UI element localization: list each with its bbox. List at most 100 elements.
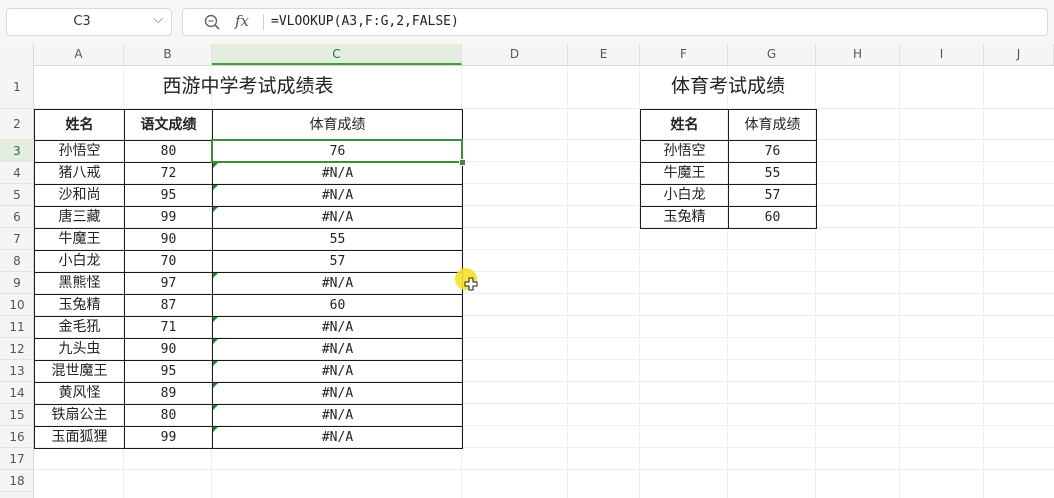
row-header-16[interactable]: 16 — [0, 426, 34, 448]
left-table-cell[interactable]: 55 — [212, 228, 463, 251]
left-table-cell[interactable]: #N/A — [212, 184, 463, 207]
column-header-b[interactable]: B — [124, 44, 212, 65]
left-table-cell[interactable]: 99 — [124, 206, 213, 229]
error-indicator-icon[interactable] — [213, 339, 218, 344]
column-header-f[interactable]: F — [640, 44, 728, 65]
left-header-cell[interactable]: 姓名 — [34, 109, 125, 141]
left-table-cell[interactable]: 70 — [124, 250, 213, 273]
row-header-13[interactable]: 13 — [0, 360, 34, 382]
column-header-c[interactable]: C — [212, 44, 462, 65]
left-table-cell[interactable]: #N/A — [212, 338, 463, 361]
left-table-cell[interactable]: 唐三藏 — [34, 206, 125, 229]
left-table-cell[interactable]: 小白龙 — [34, 250, 125, 273]
row-header-12[interactable]: 12 — [0, 338, 34, 360]
left-table-cell[interactable]: 混世魔王 — [34, 360, 125, 383]
column-header-i[interactable]: I — [900, 44, 984, 65]
left-table-cell[interactable]: #N/A — [212, 360, 463, 383]
row-header-14[interactable]: 14 — [0, 382, 34, 404]
left-table-cell[interactable]: 71 — [124, 316, 213, 339]
left-table-title[interactable]: 西游中学考试成绩表 — [34, 65, 462, 109]
right-header-cell[interactable]: 姓名 — [640, 109, 729, 141]
left-table-cell[interactable]: 90 — [124, 338, 213, 361]
row-header-6[interactable]: 6 — [0, 206, 34, 228]
name-box[interactable]: C3 ⌵ — [6, 8, 172, 36]
left-table-cell[interactable]: #N/A — [212, 272, 463, 295]
left-table-cell[interactable]: 沙和尚 — [34, 184, 125, 207]
right-table-cell[interactable]: 小白龙 — [640, 184, 729, 207]
right-table-cell[interactable]: 76 — [728, 140, 817, 163]
left-table-cell[interactable]: #N/A — [212, 382, 463, 405]
spreadsheet-grid[interactable]: 西游中学考试成绩表 体育考试成绩 姓名 语文成绩 体育成绩 孙悟空 80 76 猪八戒 72 #N/… — [34, 65, 1054, 498]
left-table-cell[interactable]: 牛魔王 — [34, 228, 125, 251]
left-table-cell[interactable]: 黑熊怪 — [34, 272, 125, 295]
left-table-cell[interactable]: 72 — [124, 162, 213, 185]
left-table-cell[interactable]: 金毛犼 — [34, 316, 125, 339]
column-header-d[interactable]: D — [462, 44, 568, 65]
row-header-15[interactable]: 15 — [0, 404, 34, 426]
left-table-cell[interactable]: #N/A — [212, 316, 463, 339]
chevron-down-icon[interactable]: ⌵ — [153, 12, 163, 27]
error-indicator-icon[interactable] — [213, 207, 218, 212]
left-table-cell[interactable]: 铁扇公主 — [34, 404, 125, 427]
row-header-11[interactable]: 11 — [0, 316, 34, 338]
error-indicator-icon[interactable] — [213, 185, 218, 190]
formula-text[interactable]: =VLOOKUP(A3,F:G,2,FALSE) — [271, 14, 459, 29]
column-header-j[interactable]: J — [984, 44, 1054, 65]
left-table-cell[interactable]: 89 — [124, 382, 213, 405]
left-table-cell[interactable]: #N/A — [212, 206, 463, 229]
right-table-cell[interactable]: 牛魔王 — [640, 162, 729, 185]
left-table-cell[interactable]: 60 — [212, 294, 463, 317]
left-table-cell[interactable]: 90 — [124, 228, 213, 251]
left-table-cell[interactable]: #N/A — [212, 404, 463, 427]
error-indicator-icon[interactable] — [213, 383, 218, 388]
left-table-cell[interactable]: 57 — [212, 250, 463, 273]
row-header-17[interactable]: 17 — [0, 448, 34, 470]
left-header-cell[interactable]: 体育成绩 — [212, 109, 463, 141]
right-table-cell[interactable]: 57 — [728, 184, 817, 207]
right-header-cell[interactable]: 体育成绩 — [728, 109, 817, 141]
row-header-8[interactable]: 8 — [0, 250, 34, 272]
left-table-cell[interactable]: 孙悟空 — [34, 140, 125, 163]
row-header-4[interactable]: 4 — [0, 162, 34, 184]
error-indicator-icon[interactable] — [213, 361, 218, 366]
left-table-cell[interactable]: 猪八戒 — [34, 162, 125, 185]
zoom-icon[interactable] — [203, 13, 221, 31]
error-indicator-icon[interactable] — [213, 405, 218, 410]
error-indicator-icon[interactable] — [213, 163, 218, 168]
right-table-cell[interactable]: 玉兔精 — [640, 206, 729, 229]
right-table-cell[interactable]: 60 — [728, 206, 817, 229]
function-icon[interactable]: fx — [235, 12, 249, 30]
column-header-e[interactable]: E — [568, 44, 640, 65]
left-table-cell[interactable]: 97 — [124, 272, 213, 295]
left-table-cell[interactable]: 九头虫 — [34, 338, 125, 361]
left-table-cell[interactable]: #N/A — [212, 162, 463, 185]
error-indicator-icon[interactable] — [213, 427, 218, 432]
row-header-7[interactable]: 7 — [0, 228, 34, 250]
column-header-a[interactable]: A — [34, 44, 124, 65]
left-table-cell[interactable]: 95 — [124, 184, 213, 207]
column-header-h[interactable]: H — [816, 44, 900, 65]
select-all-corner[interactable] — [0, 44, 34, 65]
left-table-cell[interactable]: 玉兔精 — [34, 294, 125, 317]
row-header-2[interactable]: 2 — [0, 109, 34, 140]
right-table-title[interactable]: 体育考试成绩 — [640, 65, 816, 109]
left-table-cell[interactable]: 80 — [124, 140, 213, 163]
right-table-cell[interactable]: 55 — [728, 162, 817, 185]
left-table-cell[interactable]: 80 — [124, 404, 213, 427]
formula-input-area[interactable]: fx =VLOOKUP(A3,F:G,2,FALSE) — [182, 8, 1048, 36]
left-header-cell[interactable]: 语文成绩 — [124, 109, 213, 141]
row-header-1[interactable]: 1 — [0, 65, 34, 109]
row-header-3[interactable]: 3 — [0, 140, 34, 162]
left-table-cell[interactable]: 黄风怪 — [34, 382, 125, 405]
error-indicator-icon[interactable] — [213, 273, 218, 278]
row-header-18[interactable]: 18 — [0, 470, 34, 492]
left-table-cell[interactable]: 99 — [124, 426, 213, 449]
left-table-cell[interactable]: 95 — [124, 360, 213, 383]
left-table-cell[interactable]: 玉面狐狸 — [34, 426, 125, 449]
right-table-cell[interactable]: 孙悟空 — [640, 140, 729, 163]
left-table-cell[interactable]: #N/A — [212, 426, 463, 449]
row-header-5[interactable]: 5 — [0, 184, 34, 206]
fill-handle[interactable] — [459, 159, 466, 166]
active-cell-selection[interactable] — [211, 139, 463, 163]
row-header-10[interactable]: 10 — [0, 294, 34, 316]
